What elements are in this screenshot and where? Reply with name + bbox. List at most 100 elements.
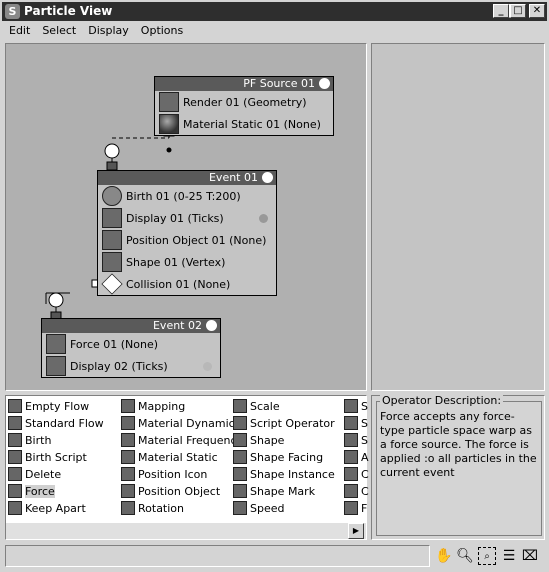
operator-row[interactable]: Force 01 (None) — [42, 333, 220, 355]
depot-item[interactable]: Position Object — [121, 483, 220, 499]
depot-item-label: Keep Apart — [25, 501, 86, 515]
operator-icon — [121, 399, 135, 413]
flow-icon — [8, 416, 22, 430]
depot-item[interactable]: C — [344, 466, 369, 482]
node-header[interactable]: Event 01 — [98, 171, 276, 185]
depot-item[interactable]: Birth — [8, 432, 51, 448]
depot-item[interactable]: A — [344, 449, 369, 465]
depot-item[interactable]: F — [344, 500, 367, 516]
depot-item[interactable]: Material Dynamic — [121, 415, 235, 431]
depot-item-label: A — [361, 450, 369, 464]
depot-item-label: Mapping — [138, 399, 186, 413]
bulb-icon[interactable] — [319, 78, 330, 89]
operator-icon — [121, 501, 135, 515]
depot-item[interactable]: Delete — [8, 466, 61, 482]
depot-item-label: S — [361, 433, 368, 447]
depot-item[interactable]: Position Icon — [121, 466, 207, 482]
test-icon — [344, 416, 358, 430]
depot-item-label: Shape Instance — [250, 467, 335, 481]
operator-row[interactable]: Position Object 01 (None) — [98, 229, 276, 251]
depot-item[interactable]: Birth Script — [8, 449, 87, 465]
menu-display[interactable]: Display — [82, 21, 135, 42]
pf-source-node[interactable]: PF Source 01 Render 01 (Geometry) Materi… — [154, 76, 334, 136]
operator-icon — [121, 433, 135, 447]
material-sphere-icon — [159, 114, 179, 134]
depot-item[interactable]: Shape Instance — [233, 466, 335, 482]
operator-icon — [233, 467, 247, 481]
window-title: Particle View — [24, 4, 113, 18]
collision-test-icon — [101, 273, 123, 295]
description-text: Force accepts any force-type particle sp… — [380, 410, 537, 479]
parameters-panel — [371, 43, 545, 391]
depot-item[interactable]: Mapping — [121, 398, 185, 414]
depot-item-label: Rotation — [138, 501, 185, 515]
test-icon — [344, 433, 358, 447]
depot-item[interactable]: Standard Flow — [8, 415, 104, 431]
menu-bar: Edit Select Display Options — [0, 21, 549, 42]
zoom-extents-icon[interactable]: ☰ — [500, 547, 518, 565]
depot-item-label: C — [361, 484, 369, 498]
depot-item[interactable]: Shape Facing — [233, 449, 323, 465]
operator-row[interactable]: Render 01 (Geometry) — [155, 91, 333, 113]
depot-item-label: Speed — [250, 501, 285, 515]
menu-select[interactable]: Select — [36, 21, 82, 42]
flow-icon — [8, 501, 22, 515]
bulb-icon[interactable] — [262, 172, 273, 183]
depot-item[interactable]: Shape — [233, 432, 284, 448]
depot-item[interactable]: Rotation — [121, 500, 184, 516]
depot-item[interactable]: Keep Apart — [8, 500, 86, 516]
depot-list[interactable]: Empty Flow Standard Flow Birth Birth Script… — [5, 395, 369, 540]
depot-item[interactable]: Speed — [233, 500, 284, 516]
minimize-button[interactable]: _ — [493, 4, 509, 18]
bulb-icon[interactable] — [206, 320, 217, 331]
maximize-button[interactable]: □ — [510, 4, 526, 18]
depot-item-label: Material Static — [138, 450, 218, 464]
close-button[interactable]: ✕ — [529, 4, 545, 18]
flow-icon — [8, 467, 22, 481]
operator-icon — [121, 416, 135, 430]
operator-icon — [233, 399, 247, 413]
operator-row[interactable]: Shape 01 (Vertex) — [98, 251, 276, 273]
depot-item-label: S — [361, 399, 368, 413]
depot-item[interactable]: Shape Mark — [233, 483, 315, 499]
scroll-right-button[interactable]: ▶ — [348, 523, 364, 539]
depot-item-label: Script Operator — [250, 416, 335, 430]
operator-row[interactable]: Birth 01 (0-25 T:200) — [98, 185, 276, 207]
depot-item-label: Delete — [25, 467, 62, 481]
depot-item[interactable]: Material Static — [121, 449, 218, 465]
event-graph[interactable]: PF Source 01 Render 01 (Geometry) Materi… — [5, 43, 367, 391]
depot-item-label: Shape Facing — [250, 450, 324, 464]
depot-item[interactable]: S — [344, 398, 368, 414]
teapot-icon — [159, 92, 179, 112]
node-header[interactable]: PF Source 01 — [155, 77, 333, 91]
menu-options[interactable]: Options — [135, 21, 189, 42]
node-header[interactable]: Event 02 — [42, 319, 220, 333]
zoom-icon[interactable]: 🔍︎ — [456, 547, 474, 565]
operator-icon — [121, 450, 135, 464]
operator-icon — [233, 416, 247, 430]
zoom-region-icon[interactable]: ⌕ — [478, 547, 496, 565]
depot-item[interactable]: Empty Flow — [8, 398, 89, 414]
depot-item[interactable]: Script Operator — [233, 415, 335, 431]
horizontal-scrollbar[interactable]: ▶ — [6, 523, 366, 539]
display-icon — [46, 356, 66, 376]
depot-item[interactable]: C — [344, 483, 369, 499]
event-01-node[interactable]: Event 01 Birth 01 (0-25 T:200) Display 0… — [97, 170, 277, 296]
operator-icon — [121, 484, 135, 498]
depot-item[interactable]: Material Frequency — [121, 432, 243, 448]
operator-row[interactable]: Material Static 01 (None) — [155, 113, 333, 135]
pan-icon[interactable]: ✋ — [435, 547, 453, 565]
test-row[interactable]: Collision 01 (None) — [98, 273, 276, 295]
app-logo-icon: S — [5, 4, 20, 19]
flow-icon — [8, 450, 22, 464]
event-02-node[interactable]: Event 02 Force 01 (None) Display 02 (Tic… — [41, 318, 221, 378]
operator-row[interactable]: Display 02 (Ticks) — [42, 355, 220, 377]
operator-row[interactable]: Display 01 (Ticks) — [98, 207, 276, 229]
depot-item[interactable]: S — [344, 415, 368, 431]
depot-item[interactable]: S — [344, 432, 368, 448]
no-zoom-icon[interactable]: ⌧ — [521, 547, 539, 565]
depot-item[interactable]: Scale — [233, 398, 280, 414]
depot-item[interactable]: Force — [8, 483, 55, 499]
position-object-icon — [102, 230, 122, 250]
menu-edit[interactable]: Edit — [3, 21, 36, 42]
